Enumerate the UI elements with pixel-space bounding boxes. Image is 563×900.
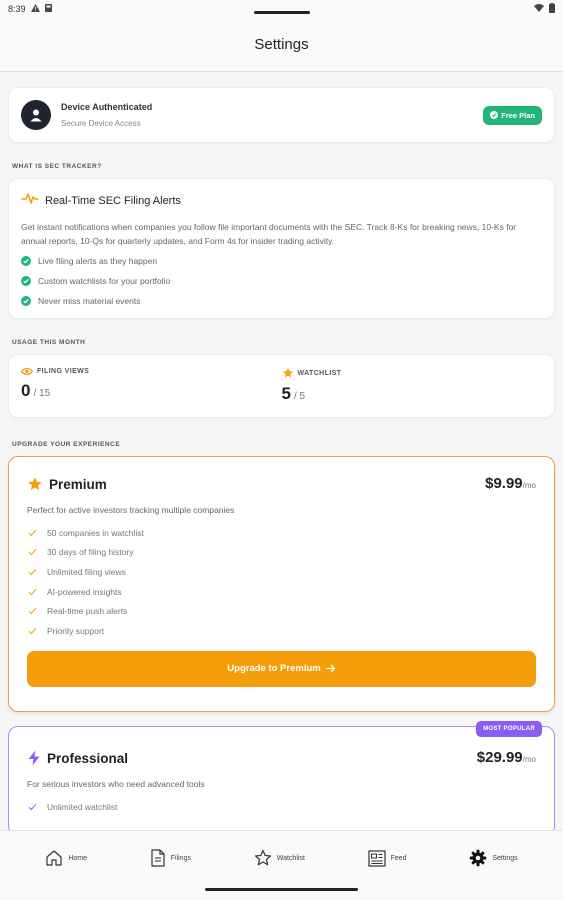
about-description: Get instant notifications when companies…: [21, 222, 517, 246]
eye-icon: [21, 367, 33, 376]
premium-plan-card: Premium $9.99/mo Perfect for active inve…: [8, 456, 555, 712]
app-header: Settings: [0, 18, 563, 72]
nav-item-home[interactable]: Home: [45, 849, 87, 867]
feature-item: Live filing alerts as they happen: [21, 254, 542, 268]
newspaper-icon: [368, 849, 386, 867]
premium-plan-name: Premium: [49, 476, 107, 492]
warning-icon: [30, 4, 40, 14]
battery-icon: [549, 3, 555, 15]
plan-feature-item: Unlimited watchlist: [28, 797, 536, 817]
user-icon: [30, 109, 42, 122]
page-title: Settings: [254, 36, 309, 53]
avatar: [21, 100, 51, 130]
section-label-upgrade: UPGRADE YOUR EXPERIENCE: [12, 441, 121, 448]
premium-price: $9.99: [485, 475, 523, 492]
star-icon: [254, 849, 271, 866]
most-popular-badge: MOST POPULAR: [476, 721, 542, 737]
document-icon: [151, 849, 165, 867]
check-circle-icon: [21, 276, 31, 286]
wifi-icon: [534, 4, 544, 14]
auth-title: Device Authenticated: [61, 102, 153, 112]
camera-notch: [254, 11, 310, 14]
premium-description: Perfect for active investors tracking mu…: [27, 505, 235, 515]
upgrade-premium-button[interactable]: Upgrade to Premium: [27, 650, 536, 687]
settings-content[interactable]: Device Authenticated Secure Device Acces…: [0, 73, 563, 830]
star-icon: [28, 477, 42, 490]
check-circle-icon: [21, 296, 31, 306]
usage-watchlist: WATCHLIST 5 / 5: [282, 367, 543, 417]
auth-subtitle: Secure Device Access: [61, 119, 141, 128]
nav-item-settings[interactable]: Settings: [469, 849, 518, 867]
about-title: Real-Time SEC Filing Alerts: [45, 194, 181, 207]
nav-item-filings[interactable]: Filings: [150, 849, 191, 867]
check-icon: [28, 803, 37, 811]
device-auth-card: Device Authenticated Secure Device Acces…: [8, 87, 555, 143]
check-icon: [28, 529, 37, 537]
free-plan-badge: Free Plan: [483, 105, 542, 125]
plan-feature-item: 50 companies in watchlist: [28, 523, 536, 543]
watchlist-count: 5: [281, 384, 291, 403]
check-circle-icon: [21, 256, 31, 266]
plan-feature-item: Real-time push alerts: [28, 601, 536, 621]
status-time: 8:39: [8, 4, 26, 14]
watchlist-limit: / 5: [293, 391, 306, 402]
check-icon: [28, 549, 37, 556]
usage-filing-views: FILING VIEWS 0 / 15: [21, 367, 90, 400]
check-icon: [28, 627, 37, 634]
usage-card: FILING VIEWS 0 / 15 WATCHLIST 5 / 5: [8, 354, 555, 418]
filing-views-count: 0: [21, 381, 31, 400]
professional-plan-name: Professional: [47, 750, 129, 766]
status-bar: 8:39: [0, 0, 563, 18]
home-indicator[interactable]: [205, 888, 358, 891]
notification-icon: [44, 4, 52, 14]
professional-description: For serious investors who need advanced …: [27, 779, 205, 789]
filing-views-limit: / 15: [33, 388, 51, 399]
arrow-right-icon: [326, 664, 335, 673]
professional-period: /mo: [522, 755, 536, 764]
section-label-about: WHAT IS SEC TRACKER?: [12, 163, 102, 170]
professional-price: $29.99: [476, 749, 523, 766]
about-card: Real-Time SEC Filing Alerts Get instant …: [8, 178, 555, 319]
gear-icon: [470, 849, 487, 867]
star-icon: [282, 368, 293, 378]
plan-feature-item: Priority support: [28, 621, 536, 641]
check-icon: [28, 608, 37, 615]
bottom-nav: Home Filings Watchlist Feed Settings: [0, 830, 563, 900]
plan-feature-item: AI-powered insights: [28, 582, 536, 602]
nav-item-feed[interactable]: Feed: [368, 849, 407, 867]
check-icon: [28, 568, 37, 576]
nav-item-watchlist[interactable]: Watchlist: [254, 849, 305, 867]
check-circle-icon: [490, 111, 499, 119]
check-icon: [28, 588, 37, 595]
premium-period: /mo: [522, 481, 536, 490]
plan-feature-item: 30 days of filing history: [28, 543, 536, 563]
lightning-icon: [28, 750, 40, 766]
feature-item: Custom watchlists for your portfolio: [21, 274, 542, 288]
home-icon: [46, 850, 62, 866]
pulse-icon: [21, 191, 39, 210]
section-label-usage: USAGE THIS MONTH: [12, 339, 86, 346]
feature-item: Never miss material events: [21, 294, 542, 308]
professional-plan-card: MOST POPULAR Professional $29.99/mo For …: [8, 721, 555, 830]
plan-feature-item: Unlimited filing views: [28, 562, 536, 582]
